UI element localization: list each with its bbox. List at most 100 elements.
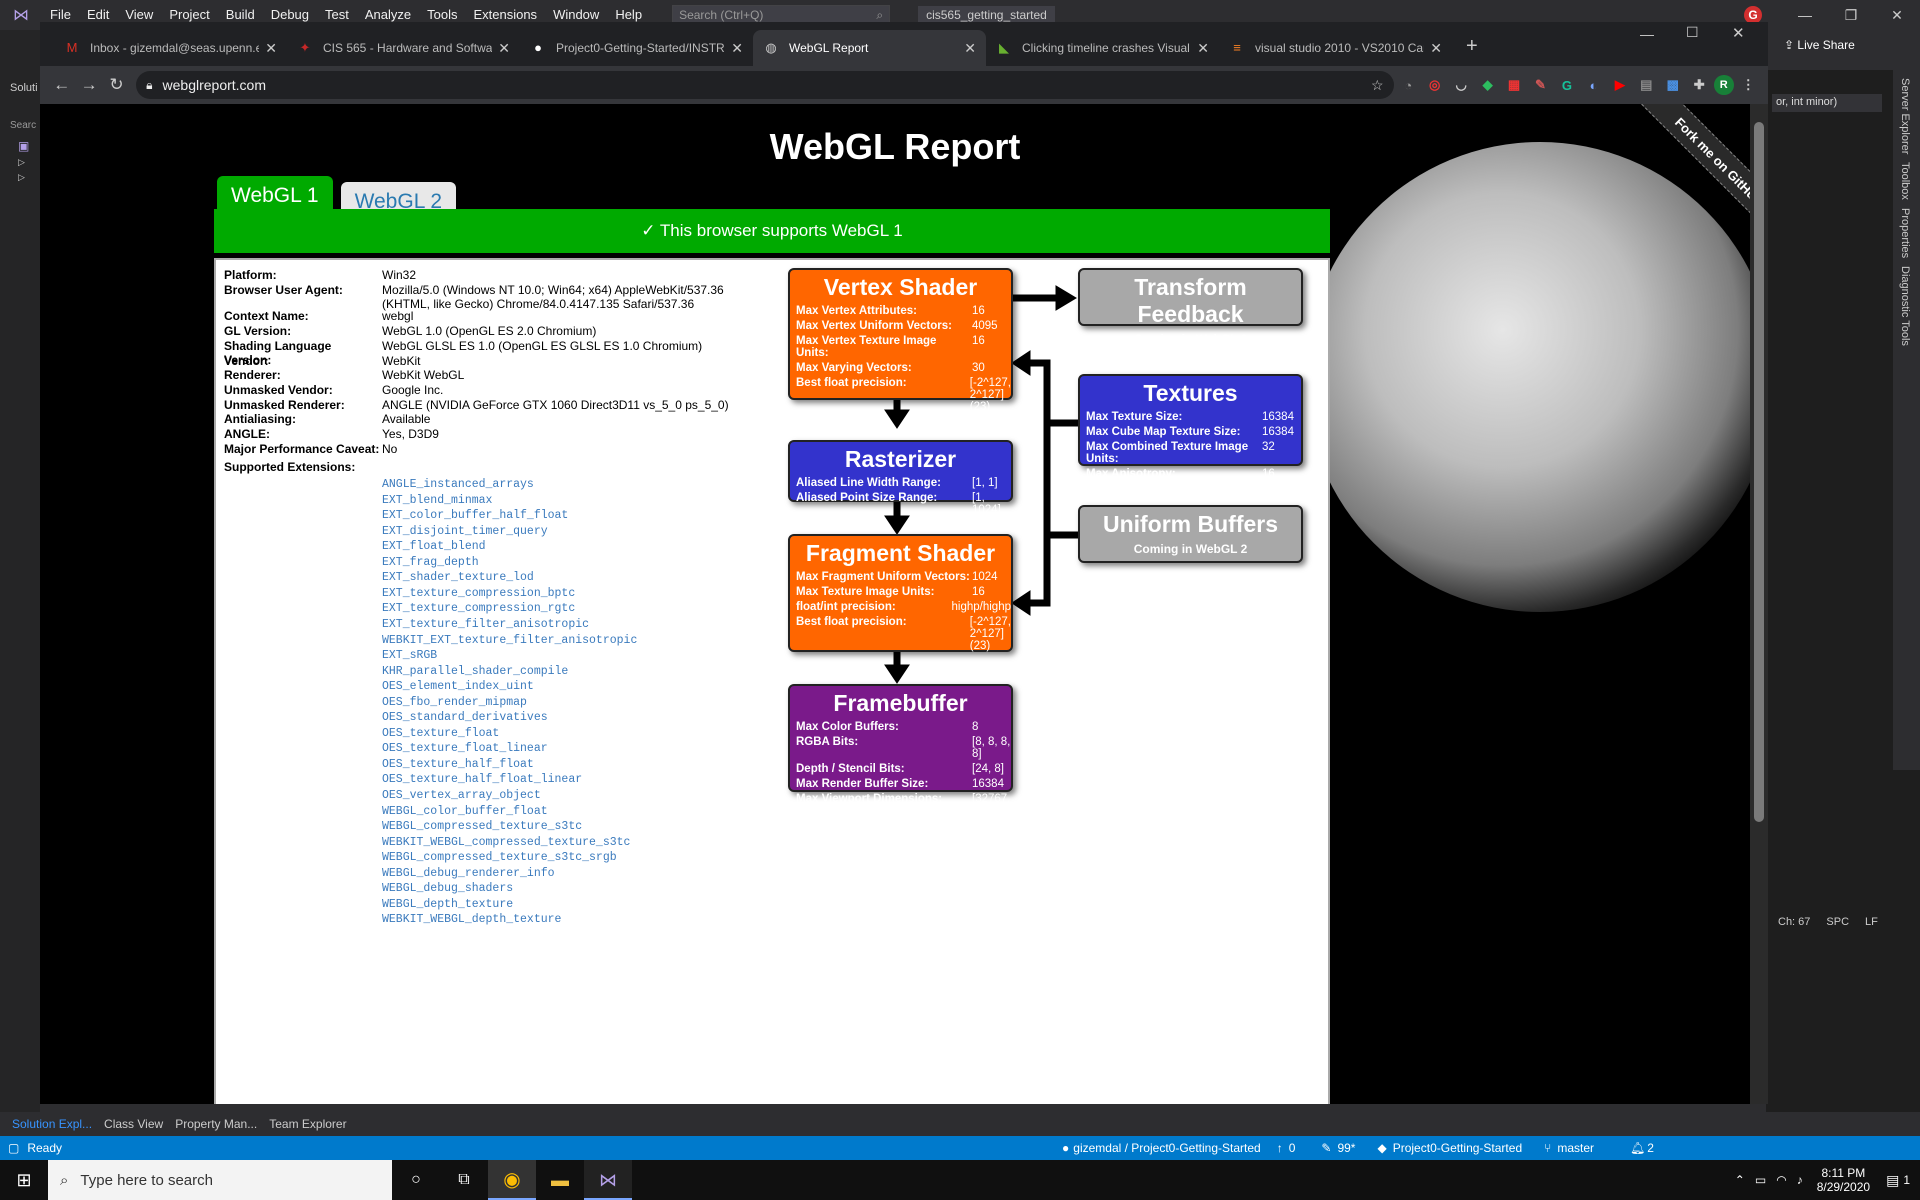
live-share-button[interactable]: ⇪ Live Share xyxy=(1784,38,1855,52)
properties-tab[interactable]: Properties xyxy=(1899,208,1911,258)
volume-icon[interactable]: ♪ xyxy=(1797,1173,1803,1187)
extension-link[interactable]: OES_texture_float xyxy=(382,727,499,740)
branch-name[interactable]: master xyxy=(1557,1141,1594,1155)
chrome-close-icon[interactable]: ✕ xyxy=(1732,24,1745,42)
new-tab-icon[interactable]: + xyxy=(1452,35,1478,66)
extension-link[interactable]: EXT_texture_compression_bptc xyxy=(382,587,575,600)
action-center-icon[interactable]: ▤ xyxy=(1886,1172,1899,1189)
pocket-icon[interactable]: ◡ xyxy=(1449,73,1472,97)
search-label[interactable]: Searc xyxy=(10,120,40,131)
extension-link[interactable]: EXT_texture_compression_rgtc xyxy=(382,602,575,615)
extension-link[interactable]: WEBGL_debug_shaders xyxy=(382,882,513,895)
diagnostic-tools-tab[interactable]: Diagnostic Tools xyxy=(1899,266,1911,346)
extension-link[interactable]: EXT_disjoint_timer_query xyxy=(382,525,548,538)
vs-restore-icon[interactable]: ❐ xyxy=(1828,0,1874,30)
extension-link[interactable]: OES_vertex_array_object xyxy=(382,789,541,802)
extension-link[interactable]: EXT_blend_minmax xyxy=(382,494,492,507)
chrome-tab[interactable]: M Inbox - gizemdal@seas.upenn.ed ✕ xyxy=(54,30,287,66)
extension-link[interactable]: KHR_parallel_shader_compile xyxy=(382,665,568,678)
taskbar-search-box[interactable]: ⌕ Type here to search xyxy=(48,1160,392,1200)
reload-icon[interactable]: ↻ xyxy=(103,71,130,99)
project-name[interactable]: Project0-Getting-Started xyxy=(1393,1141,1522,1155)
extension-link[interactable]: OES_texture_half_float xyxy=(382,758,534,771)
class-view-tab[interactable]: Class View xyxy=(98,1117,169,1131)
file-explorer-icon[interactable]: ▬ xyxy=(536,1170,584,1191)
extension-link[interactable]: OES_standard_derivatives xyxy=(382,711,548,724)
extension-link[interactable]: EXT_color_buffer_half_float xyxy=(382,509,568,522)
extension-link[interactable]: WEBGL_debug_renderer_info xyxy=(382,867,555,880)
bell-icon[interactable]: 🔔︎ xyxy=(1630,1141,1645,1155)
extension-link[interactable]: WEBKIT_EXT_texture_filter_anisotropic xyxy=(382,634,637,647)
back-icon[interactable]: ← xyxy=(48,71,75,99)
extension-link[interactable]: WEBGL_color_buffer_float xyxy=(382,805,548,818)
toolbox-ext-icon[interactable]: ▦ xyxy=(1502,73,1525,97)
chrome-taskbar-icon[interactable]: ◉ xyxy=(488,1160,536,1200)
pending-changes[interactable]: 99* xyxy=(1337,1141,1355,1155)
youtube-ext-icon[interactable]: ▶ xyxy=(1608,73,1631,97)
forward-icon[interactable]: → xyxy=(75,71,102,99)
profile-avatar-icon[interactable]: R xyxy=(1713,75,1734,95)
member-dropdown[interactable]: or, int minor) xyxy=(1772,94,1882,112)
extension-link[interactable]: EXT_sRGB xyxy=(382,649,437,662)
grammarly-icon[interactable]: G xyxy=(1555,73,1578,97)
chrome-tab[interactable]: ✦ CIS 565 - Hardware and Software ✕ xyxy=(287,30,520,66)
gray-ext-icon[interactable]: ▤ xyxy=(1635,73,1658,97)
cortana-icon[interactable]: ○ xyxy=(392,1171,440,1189)
scrollbar-thumb[interactable] xyxy=(1754,122,1764,822)
extension-link[interactable]: WEBKIT_WEBGL_compressed_texture_s3tc xyxy=(382,836,630,849)
address-bar[interactable]: 🔒︎ webglreport.com ☆ xyxy=(136,71,1394,99)
extension-link[interactable]: OES_texture_float_linear xyxy=(382,742,548,755)
unpushed-count[interactable]: 0 xyxy=(1289,1141,1296,1155)
property-manager-tab[interactable]: Property Man... xyxy=(169,1117,263,1131)
extension-link[interactable]: OES_fbo_render_mipmap xyxy=(382,696,527,709)
extension-link[interactable]: WEBGL_depth_texture xyxy=(382,898,513,911)
chrome-tab-active[interactable]: ◍ WebGL Report ✕ xyxy=(753,30,986,66)
close-icon[interactable]: ✕ xyxy=(731,40,743,57)
expand-chevron-icon[interactable]: ▷ xyxy=(18,157,40,168)
evernote-icon[interactable]: ◆ xyxy=(1476,73,1499,97)
toolbox-tab[interactable]: Toolbox xyxy=(1899,162,1911,200)
close-icon[interactable]: ✕ xyxy=(1197,40,1209,57)
bookmark-star-icon[interactable]: ☆ xyxy=(1371,77,1384,94)
battery-icon[interactable]: ▭ xyxy=(1755,1173,1766,1187)
close-icon[interactable]: ✕ xyxy=(1430,40,1442,57)
tray-chevron-icon[interactable]: ⌃ xyxy=(1735,1173,1745,1187)
server-explorer-tab[interactable]: Server Explorer xyxy=(1899,78,1911,154)
extension-link[interactable]: OES_element_index_uint xyxy=(382,680,534,693)
extension-link[interactable]: EXT_frag_depth xyxy=(382,556,479,569)
windows-start-icon[interactable]: ⊞ xyxy=(0,1170,48,1191)
chrome-tab[interactable]: ● Project0-Getting-Started/INSTRU ✕ xyxy=(520,30,753,66)
expand-chevron-icon-2[interactable]: ▷ xyxy=(18,172,40,183)
grid-ext-icon[interactable]: ▩ xyxy=(1661,73,1684,97)
close-icon[interactable]: ✕ xyxy=(498,40,510,57)
extension-link[interactable]: ANGLE_instanced_arrays xyxy=(382,478,534,491)
chrome-minimize-icon[interactable]: — xyxy=(1640,26,1654,42)
close-icon[interactable]: ✕ xyxy=(964,40,976,57)
extension-link[interactable]: EXT_texture_filter_anisotropic xyxy=(382,618,589,631)
extension-link[interactable]: OES_texture_half_float_linear xyxy=(382,773,582,786)
clock[interactable]: 8:11 PM 8/29/2020 xyxy=(1817,1166,1870,1194)
solution-explorer-tab[interactable]: Solution Expl... xyxy=(6,1117,98,1131)
team-explorer-tab[interactable]: Team Explorer xyxy=(263,1117,352,1131)
extension-link[interactable]: EXT_float_blend xyxy=(382,540,486,553)
vs-close-icon[interactable]: ✕ xyxy=(1874,0,1920,30)
chrome-tab[interactable]: ◣ Clicking timeline crashes Visual S ✕ xyxy=(986,30,1219,66)
task-view-icon[interactable]: ⧉ xyxy=(440,1171,488,1189)
extension-link[interactable]: EXT_shader_texture_lod xyxy=(382,571,534,584)
opera-icon[interactable]: ◎ xyxy=(1423,73,1446,97)
solution-tree-icon[interactable]: ▣ xyxy=(18,139,40,153)
pencil-ext-icon[interactable]: ✎ xyxy=(1529,73,1552,97)
puzzle-icon[interactable]: ✚ xyxy=(1688,73,1711,97)
wifi-icon[interactable]: ◠ xyxy=(1776,1173,1786,1187)
extension-badge-icon[interactable]: ◔ xyxy=(1397,73,1420,97)
kebab-menu-icon[interactable]: ⋮ xyxy=(1737,73,1760,97)
extension-link[interactable]: WEBKIT_WEBGL_depth_texture xyxy=(382,913,561,926)
extension-link[interactable]: WEBGL_compressed_texture_s3tc_srgb xyxy=(382,851,617,864)
page-scrollbar[interactable] xyxy=(1750,104,1768,1104)
repo-name[interactable]: gizemdal / Project0-Getting-Started xyxy=(1073,1141,1260,1155)
ext-blue-icon[interactable]: ◐ xyxy=(1582,73,1605,97)
chrome-maximize-icon[interactable]: ☐ xyxy=(1686,24,1699,41)
chrome-tab[interactable]: ≡ visual studio 2010 - VS2010 Cann ✕ xyxy=(1219,30,1452,66)
close-icon[interactable]: ✕ xyxy=(265,40,277,57)
visual-studio-taskbar-icon[interactable]: ⋈ xyxy=(584,1160,632,1200)
